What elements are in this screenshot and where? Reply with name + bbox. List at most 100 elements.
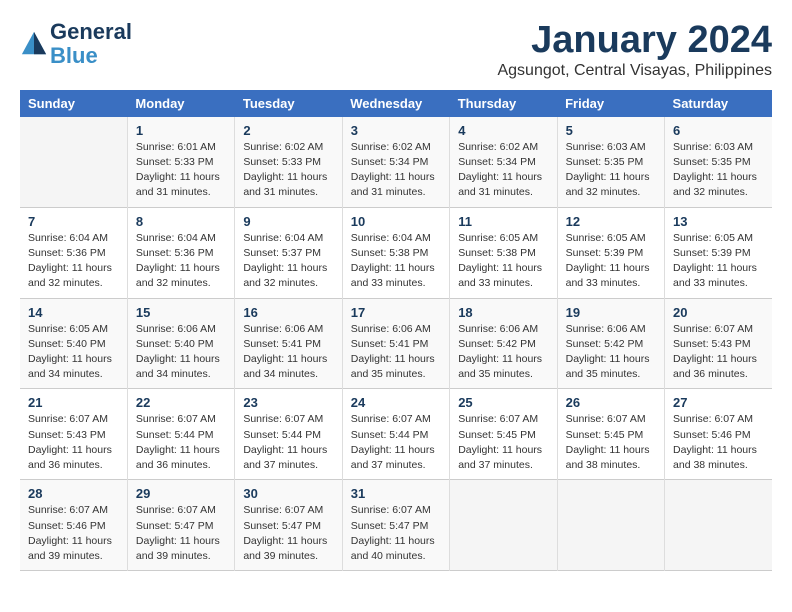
day-info: Sunrise: 6:07 AMSunset: 5:44 PMDaylight:… bbox=[243, 412, 333, 473]
day-info: Sunrise: 6:07 AMSunset: 5:47 PMDaylight:… bbox=[351, 503, 441, 564]
location-title: Agsungot, Central Visayas, Philippines bbox=[497, 62, 772, 80]
day-info: Sunrise: 6:06 AMSunset: 5:40 PMDaylight:… bbox=[136, 322, 226, 383]
week-row-2: 7 Sunrise: 6:04 AMSunset: 5:36 PMDaylight… bbox=[20, 207, 772, 298]
calendar-table: SundayMondayTuesdayWednesdayThursdayFrid… bbox=[20, 90, 772, 571]
calendar-cell: 16 Sunrise: 6:06 AMSunset: 5:41 PMDayligh… bbox=[235, 298, 342, 389]
day-number: 25 bbox=[458, 395, 548, 410]
page-header: General Blue January 2024 Agsungot, Cent… bbox=[20, 20, 772, 80]
calendar-cell: 1Sunrise: 6:01 AMSunset: 5:33 PMDaylight… bbox=[127, 117, 234, 207]
day-number: 21 bbox=[28, 395, 119, 410]
week-row-3: 14 Sunrise: 6:05 AMSunset: 5:40 PMDayligh… bbox=[20, 298, 772, 389]
calendar-cell: 12 Sunrise: 6:05 AMSunset: 5:39 PMDayligh… bbox=[557, 207, 664, 298]
day-info: Sunrise: 6:04 AMSunset: 5:36 PMDaylight:… bbox=[136, 231, 226, 292]
day-info: Sunrise: 6:02 AMSunset: 5:34 PMDaylight:… bbox=[458, 140, 548, 201]
calendar-cell: 11 Sunrise: 6:05 AMSunset: 5:38 PMDayligh… bbox=[450, 207, 557, 298]
title-block: January 2024 Agsungot, Central Visayas, … bbox=[497, 20, 772, 80]
calendar-cell: 4Sunrise: 6:02 AMSunset: 5:34 PMDaylight… bbox=[450, 117, 557, 207]
week-row-5: 28Sunrise: 6:07 AMSunset: 5:46 PMDayligh… bbox=[20, 480, 772, 571]
day-number: 26 bbox=[566, 395, 656, 410]
day-info: Sunrise: 6:02 AMSunset: 5:34 PMDaylight:… bbox=[351, 140, 441, 201]
day-info: Sunrise: 6:04 AMSunset: 5:36 PMDaylight:… bbox=[28, 231, 119, 292]
calendar-cell: 22 Sunrise: 6:07 AMSunset: 5:44 PMDayligh… bbox=[127, 389, 234, 480]
day-info: Sunrise: 6:03 AMSunset: 5:35 PMDaylight:… bbox=[673, 140, 764, 201]
day-info: Sunrise: 6:05 AMSunset: 5:38 PMDaylight:… bbox=[458, 231, 548, 292]
logo: General Blue bbox=[20, 20, 132, 68]
calendar-cell: 21 Sunrise: 6:07 AMSunset: 5:43 PMDayligh… bbox=[20, 389, 127, 480]
calendar-cell: 10Sunrise: 6:04 AMSunset: 5:38 PMDayligh… bbox=[342, 207, 449, 298]
week-row-4: 21 Sunrise: 6:07 AMSunset: 5:43 PMDayligh… bbox=[20, 389, 772, 480]
calendar-cell: 19Sunrise: 6:06 AMSunset: 5:42 PMDayligh… bbox=[557, 298, 664, 389]
calendar-cell: 15 Sunrise: 6:06 AMSunset: 5:40 PMDayligh… bbox=[127, 298, 234, 389]
day-info: Sunrise: 6:07 AMSunset: 5:43 PMDaylight:… bbox=[28, 412, 119, 473]
calendar-cell: 25 Sunrise: 6:07 AMSunset: 5:45 PMDayligh… bbox=[450, 389, 557, 480]
calendar-cell: 31 Sunrise: 6:07 AMSunset: 5:47 PMDayligh… bbox=[342, 480, 449, 571]
calendar-cell: 5Sunrise: 6:03 AMSunset: 5:35 PMDaylight… bbox=[557, 117, 664, 207]
day-number: 18 bbox=[458, 305, 548, 320]
day-number: 28 bbox=[28, 486, 119, 501]
calendar-cell: 2Sunrise: 6:02 AMSunset: 5:33 PMDaylight… bbox=[235, 117, 342, 207]
day-number: 17 bbox=[351, 305, 441, 320]
day-info: Sunrise: 6:07 AMSunset: 5:45 PMDaylight:… bbox=[458, 412, 548, 473]
day-info: Sunrise: 6:07 AMSunset: 5:44 PMDaylight:… bbox=[136, 412, 226, 473]
day-number: 30 bbox=[243, 486, 333, 501]
day-number: 9 bbox=[243, 214, 333, 229]
day-number: 24 bbox=[351, 395, 441, 410]
weekday-header-thursday: Thursday bbox=[450, 90, 557, 117]
calendar-cell: 7 Sunrise: 6:04 AMSunset: 5:36 PMDaylight… bbox=[20, 207, 127, 298]
weekday-header-sunday: Sunday bbox=[20, 90, 127, 117]
day-info: Sunrise: 6:05 AMSunset: 5:39 PMDaylight:… bbox=[566, 231, 656, 292]
day-number: 14 bbox=[28, 305, 119, 320]
day-info: Sunrise: 6:07 AMSunset: 5:45 PMDaylight:… bbox=[566, 412, 656, 473]
day-number: 6 bbox=[673, 123, 764, 138]
day-number: 16 bbox=[243, 305, 333, 320]
day-number: 13 bbox=[673, 214, 764, 229]
calendar-cell: 17 Sunrise: 6:06 AMSunset: 5:41 PMDayligh… bbox=[342, 298, 449, 389]
weekday-header-saturday: Saturday bbox=[665, 90, 772, 117]
day-info: Sunrise: 6:06 AMSunset: 5:41 PMDaylight:… bbox=[243, 322, 333, 383]
day-info: Sunrise: 6:06 AMSunset: 5:42 PMDaylight:… bbox=[458, 322, 548, 383]
day-number: 11 bbox=[458, 214, 548, 229]
day-number: 27 bbox=[673, 395, 764, 410]
day-info: Sunrise: 6:07 AMSunset: 5:44 PMDaylight:… bbox=[351, 412, 441, 473]
day-info: Sunrise: 6:07 AMSunset: 5:47 PMDaylight:… bbox=[243, 503, 333, 564]
weekday-header-tuesday: Tuesday bbox=[235, 90, 342, 117]
day-info: Sunrise: 6:07 AMSunset: 5:43 PMDaylight:… bbox=[673, 322, 764, 383]
calendar-cell bbox=[20, 117, 127, 207]
calendar-cell: 28Sunrise: 6:07 AMSunset: 5:46 PMDayligh… bbox=[20, 480, 127, 571]
logo-icon bbox=[20, 30, 48, 58]
day-number: 2 bbox=[243, 123, 333, 138]
day-info: Sunrise: 6:06 AMSunset: 5:42 PMDaylight:… bbox=[566, 322, 656, 383]
calendar-cell: 23 Sunrise: 6:07 AMSunset: 5:44 PMDayligh… bbox=[235, 389, 342, 480]
day-number: 15 bbox=[136, 305, 226, 320]
logo-line1: General bbox=[50, 19, 132, 44]
day-number: 3 bbox=[351, 123, 441, 138]
day-number: 12 bbox=[566, 214, 656, 229]
weekday-header-wednesday: Wednesday bbox=[342, 90, 449, 117]
day-info: Sunrise: 6:05 AMSunset: 5:40 PMDaylight:… bbox=[28, 322, 119, 383]
weekday-header-friday: Friday bbox=[557, 90, 664, 117]
calendar-cell: 27 Sunrise: 6:07 AMSunset: 5:46 PMDayligh… bbox=[665, 389, 772, 480]
day-info: Sunrise: 6:07 AMSunset: 5:46 PMDaylight:… bbox=[673, 412, 764, 473]
calendar-cell: 18 Sunrise: 6:06 AMSunset: 5:42 PMDayligh… bbox=[450, 298, 557, 389]
day-number: 23 bbox=[243, 395, 333, 410]
day-info: Sunrise: 6:07 AMSunset: 5:47 PMDaylight:… bbox=[136, 503, 226, 564]
calendar-cell: 29Sunrise: 6:07 AMSunset: 5:47 PMDayligh… bbox=[127, 480, 234, 571]
weekday-header-row: SundayMondayTuesdayWednesdayThursdayFrid… bbox=[20, 90, 772, 117]
day-info: Sunrise: 6:04 AMSunset: 5:38 PMDaylight:… bbox=[351, 231, 441, 292]
weekday-header-monday: Monday bbox=[127, 90, 234, 117]
day-info: Sunrise: 6:04 AMSunset: 5:37 PMDaylight:… bbox=[243, 231, 333, 292]
day-info: Sunrise: 6:01 AMSunset: 5:33 PMDaylight:… bbox=[136, 140, 226, 201]
day-number: 22 bbox=[136, 395, 226, 410]
calendar-cell: 20Sunrise: 6:07 AMSunset: 5:43 PMDayligh… bbox=[665, 298, 772, 389]
day-info: Sunrise: 6:03 AMSunset: 5:35 PMDaylight:… bbox=[566, 140, 656, 201]
month-title: January 2024 bbox=[497, 20, 772, 62]
day-number: 31 bbox=[351, 486, 441, 501]
calendar-cell bbox=[557, 480, 664, 571]
logo-line2: Blue bbox=[50, 43, 98, 68]
week-row-1: 1Sunrise: 6:01 AMSunset: 5:33 PMDaylight… bbox=[20, 117, 772, 207]
calendar-cell: 9 Sunrise: 6:04 AMSunset: 5:37 PMDaylight… bbox=[235, 207, 342, 298]
day-number: 7 bbox=[28, 214, 119, 229]
day-info: Sunrise: 6:06 AMSunset: 5:41 PMDaylight:… bbox=[351, 322, 441, 383]
calendar-cell: 3 Sunrise: 6:02 AMSunset: 5:34 PMDaylight… bbox=[342, 117, 449, 207]
calendar-cell bbox=[450, 480, 557, 571]
